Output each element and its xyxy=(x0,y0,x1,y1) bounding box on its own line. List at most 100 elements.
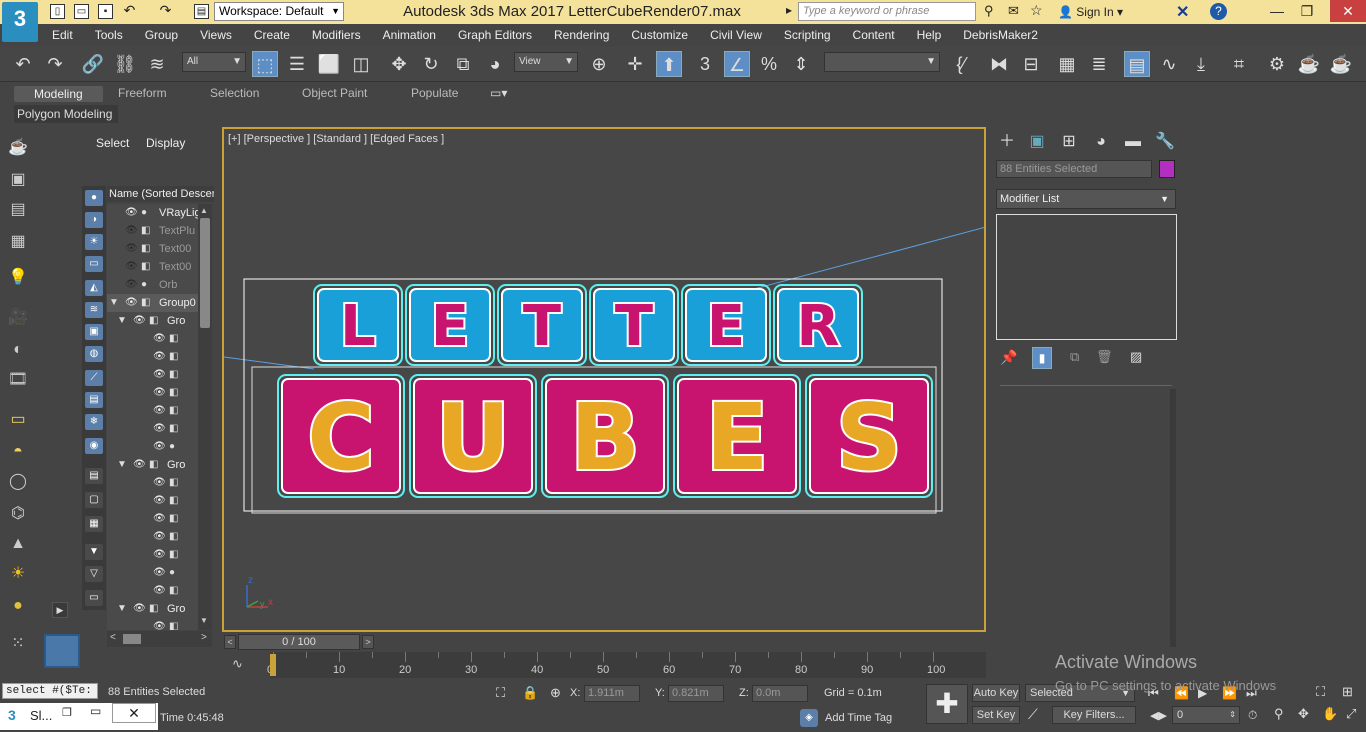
angle-snap-icon[interactable]: ∠ xyxy=(724,51,750,77)
explorer-row[interactable]: 👁 ◧ xyxy=(107,420,198,438)
new-file-icon[interactable]: ▯ xyxy=(50,4,65,19)
render-camera-icon[interactable]: 🎞 xyxy=(6,368,30,392)
rect-selection-icon[interactable]: ⬜ xyxy=(316,51,342,77)
visibility-eye-icon[interactable]: 👁 xyxy=(153,474,166,492)
close-icon[interactable]: ✕ xyxy=(112,703,156,723)
visibility-eye-icon[interactable]: 👁 xyxy=(153,582,166,600)
help-icon[interactable]: ? xyxy=(1210,3,1227,20)
modify-tab-icon[interactable]: ▣ xyxy=(1026,131,1048,153)
key-mode-icon[interactable]: ⟋ xyxy=(1028,706,1038,723)
mirror-icon[interactable]: ⧓ xyxy=(986,51,1012,77)
modifier-list-dropdown[interactable]: Modifier List ▼ xyxy=(996,189,1176,209)
motion-tab-icon[interactable]: ◕ xyxy=(1090,131,1112,153)
current-frame-field[interactable]: 0 ⇕ xyxy=(1172,706,1240,724)
named-selection-dropdown[interactable]: ▼ xyxy=(824,52,940,72)
undo-icon[interactable]: ↶ xyxy=(10,51,36,77)
filter-spacewarps-icon[interactable]: ≋ xyxy=(85,302,103,318)
teapot-icon[interactable]: ☕ xyxy=(6,136,30,160)
filter-groups-icon[interactable]: ▣ xyxy=(85,324,103,340)
orbit-icon[interactable]: ✥ xyxy=(1298,706,1309,722)
minimize-button[interactable]: — xyxy=(1262,0,1292,22)
align-icon[interactable]: ⊟ xyxy=(1018,51,1044,77)
unlink-icon[interactable]: ⛓ xyxy=(112,51,138,77)
menu-debrismaker2[interactable]: DebrisMaker2 xyxy=(963,28,1038,42)
visibility-eye-icon[interactable]: 👁 xyxy=(153,492,166,510)
explorer-row[interactable]: 👁 ◧ xyxy=(107,582,198,600)
light-bulb-icon[interactable]: 💡 xyxy=(6,266,30,290)
scale-icon[interactable]: ⧉ xyxy=(450,51,476,77)
pivot-center-icon[interactable]: ⊕ xyxy=(586,51,612,77)
redo-icon[interactable]: ↷ xyxy=(42,51,68,77)
prev-frame-button[interactable]: < xyxy=(224,635,236,649)
panel-scrollbar[interactable] xyxy=(1170,389,1176,647)
visibility-eye-icon[interactable]: 👁 xyxy=(133,456,146,474)
isolate-selection-icon[interactable]: ⛶ xyxy=(496,685,505,701)
communication-center-icon[interactable]: ✉ xyxy=(1008,3,1019,19)
material-editor-icon[interactable]: ⚙ xyxy=(1264,51,1290,77)
object-color-swatch[interactable] xyxy=(1159,160,1175,178)
sign-in-button[interactable]: 👤 Sign In ▾ xyxy=(1058,3,1123,21)
letter-cube[interactable]: S xyxy=(805,374,933,498)
set-key-button[interactable]: Set Key xyxy=(972,706,1020,724)
menu-create[interactable]: Create xyxy=(254,28,290,42)
redo-icon[interactable]: ↷ xyxy=(158,3,173,19)
mini-curve-editor-icon[interactable]: ∿ xyxy=(232,656,243,672)
visibility-eye-icon[interactable]: 👁 xyxy=(125,204,138,222)
add-time-tag-button[interactable]: Add Time Tag xyxy=(825,712,892,724)
expand-toggle-icon[interactable]: ▼ xyxy=(117,600,127,618)
camera-icon[interactable]: 🎥 xyxy=(6,306,30,330)
visibility-eye-icon[interactable]: 👁 xyxy=(133,312,146,330)
explorer-row[interactable]: 👁 ◧ TextPlu xyxy=(107,222,198,240)
explorer-row[interactable]: ▼ 👁 ◧ Group0 xyxy=(107,294,198,312)
hscroll-thumb[interactable] xyxy=(123,634,141,644)
visibility-eye-icon[interactable]: 👁 xyxy=(153,564,166,582)
scroll-down-icon[interactable]: ▼ xyxy=(200,616,208,625)
filter-cameras-icon[interactable]: ▭ xyxy=(85,256,103,272)
filter-bones-icon[interactable]: ⟋ xyxy=(85,370,103,386)
configure-modifier-sets-icon[interactable]: ▨ xyxy=(1130,349,1142,365)
filter-funnel-icon[interactable]: ▼ xyxy=(85,544,103,560)
filter-helpers-icon[interactable]: ◭ xyxy=(85,280,103,296)
select-by-name-icon[interactable]: ☰ xyxy=(284,51,310,77)
explorer-row[interactable]: 👁 ● Orb xyxy=(107,276,198,294)
display-none-icon[interactable]: ▢ xyxy=(85,492,103,508)
bind-space-warp-icon[interactable]: ≋ xyxy=(144,51,170,77)
menu-views[interactable]: Views xyxy=(200,28,232,42)
filter-containers-icon[interactable]: ▤ xyxy=(85,392,103,408)
scroll-left-icon[interactable]: < xyxy=(110,632,116,643)
explorer-column-header[interactable]: Name (Sorted Descen xyxy=(107,186,214,202)
open-file-icon[interactable]: ▭ xyxy=(74,4,89,19)
expand-search-icon[interactable]: ▸ xyxy=(786,3,792,17)
maxscript-listener[interactable]: select #($Te: xyxy=(2,683,98,699)
undo-icon[interactable]: ↶ xyxy=(122,3,137,19)
select-manipulate-icon[interactable]: ✛ xyxy=(622,51,648,77)
make-unique-icon[interactable]: ⧉ xyxy=(1070,349,1079,365)
close-button[interactable]: ✕ xyxy=(1330,0,1366,22)
object-name-field[interactable]: 88 Entities Selected xyxy=(996,160,1152,178)
link-icon[interactable]: 🔗 xyxy=(80,51,106,77)
zoom-icon[interactable]: ⚲ xyxy=(1274,706,1284,722)
explorer-row[interactable]: ▼ 👁 ◧ Gro xyxy=(107,456,198,474)
menu-scripting[interactable]: Scripting xyxy=(784,28,831,42)
explorer-tab-display[interactable]: Display xyxy=(146,136,185,150)
visibility-eye-icon[interactable]: 👁 xyxy=(153,546,166,564)
zoom-all-icon[interactable]: ⊞ xyxy=(1342,684,1353,700)
reference-coordinate-dropdown[interactable]: View ▼ xyxy=(514,52,578,72)
explorer-row[interactable]: 👁 ◧ xyxy=(107,384,198,402)
cone-icon[interactable]: ▲ xyxy=(6,532,30,556)
y-coordinate-field[interactable]: 0.821m xyxy=(668,685,724,702)
list-icon[interactable]: ▦ xyxy=(6,230,30,254)
edit-named-selection-icon[interactable]: {⁄ xyxy=(948,51,974,77)
favorites-star-icon[interactable]: ☆ xyxy=(1030,2,1043,19)
time-configuration-icon[interactable]: ⏱ xyxy=(1248,708,1257,723)
select-object-icon[interactable]: ⬚ xyxy=(252,51,278,77)
menu-graph-editors[interactable]: Graph Editors xyxy=(458,28,532,42)
scene-explorer-icon[interactable]: ▤ xyxy=(1124,51,1150,77)
restore-icon[interactable]: ❐ xyxy=(62,706,72,719)
explorer-hscrollbar[interactable]: < > xyxy=(107,631,212,647)
letter-cube[interactable]: L xyxy=(313,284,403,366)
explorer-row[interactable]: 👁 ◧ Text00 xyxy=(107,240,198,258)
render-frame-icon[interactable]: ☕ xyxy=(1328,51,1354,77)
visibility-eye-icon[interactable]: 👁 xyxy=(153,330,166,348)
letter-cube[interactable]: E xyxy=(405,284,495,366)
